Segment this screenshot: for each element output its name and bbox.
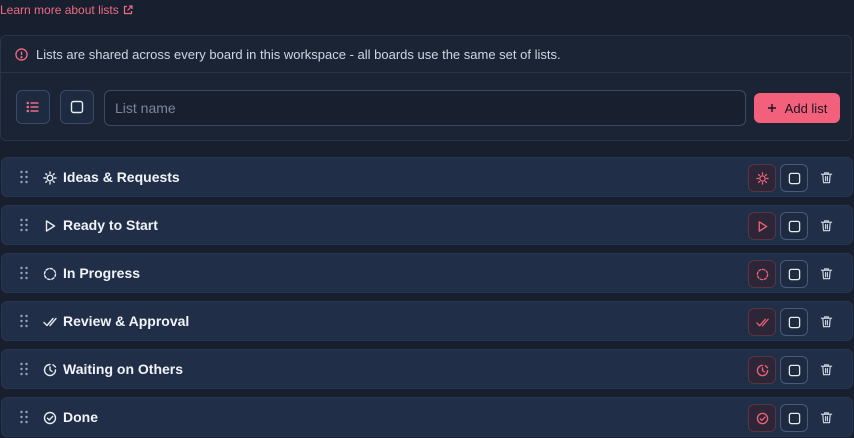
list-row: Waiting on Others <box>1 349 853 389</box>
done-toggle-button[interactable] <box>60 90 94 124</box>
icon-picker-button[interactable] <box>16 90 50 124</box>
lightbulb-icon <box>755 171 769 185</box>
notice-text: Lists are shared across every board in t… <box>36 46 561 62</box>
list-name: Review & Approval <box>63 313 190 329</box>
mark-done-checkbox[interactable] <box>780 356 808 384</box>
list-name: Ready to Start <box>63 217 158 233</box>
add-list-label: Add list <box>784 100 828 116</box>
square-icon <box>788 412 800 424</box>
change-icon-button[interactable] <box>748 356 776 384</box>
square-icon <box>788 220 800 232</box>
list-name-input[interactable] <box>104 90 746 126</box>
trash-icon[interactable] <box>820 411 833 424</box>
list-name: Done <box>63 409 98 425</box>
external-link-icon <box>123 5 133 15</box>
trash-icon[interactable] <box>820 363 833 376</box>
drag-handle-icon[interactable] <box>19 410 29 424</box>
square-icon <box>788 172 800 184</box>
mark-done-checkbox[interactable] <box>780 260 808 288</box>
change-icon-button[interactable] <box>748 164 776 192</box>
trash-icon[interactable] <box>820 315 833 328</box>
square-icon <box>788 316 800 328</box>
trash-icon[interactable] <box>820 267 833 280</box>
list-icon <box>26 101 39 113</box>
check-circle-icon <box>756 412 768 424</box>
square-icon <box>788 268 800 280</box>
square-icon <box>70 100 84 114</box>
list-name: Waiting on Others <box>63 361 184 377</box>
double-check-icon <box>43 317 57 327</box>
learn-more-link[interactable]: Learn more about lists <box>0 3 133 17</box>
square-icon <box>788 364 800 376</box>
list-row: In Progress <box>1 253 853 293</box>
play-icon <box>45 220 56 232</box>
list-name: In Progress <box>63 265 141 281</box>
list-row: Done <box>1 397 853 437</box>
change-icon-button[interactable] <box>748 308 776 336</box>
clock-icon <box>43 363 57 377</box>
clock-icon <box>756 364 768 376</box>
progress-circle-icon <box>756 268 768 280</box>
check-circle-icon <box>43 411 57 425</box>
mark-done-checkbox[interactable] <box>780 212 808 240</box>
change-icon-button[interactable] <box>748 260 776 288</box>
trash-icon[interactable] <box>820 219 833 232</box>
mark-done-checkbox[interactable] <box>780 164 808 192</box>
double-check-icon <box>755 318 769 326</box>
drag-handle-icon[interactable] <box>19 218 29 232</box>
mark-done-checkbox[interactable] <box>780 308 808 336</box>
progress-circle-icon <box>43 267 57 281</box>
change-icon-button[interactable] <box>748 404 776 432</box>
mark-done-checkbox[interactable] <box>780 404 808 432</box>
list-creator: Add list <box>0 73 852 141</box>
shared-lists-notice: Lists are shared across every board in t… <box>0 35 852 73</box>
trash-icon[interactable] <box>820 171 833 184</box>
list-name: Ideas & Requests <box>63 169 180 185</box>
lightbulb-icon <box>43 171 57 185</box>
learn-more-label: Learn more about lists <box>0 3 119 17</box>
list-row: Ideas & Requests <box>1 157 853 197</box>
plus-icon <box>767 104 776 112</box>
drag-handle-icon[interactable] <box>19 362 29 376</box>
drag-handle-icon[interactable] <box>19 266 29 280</box>
change-icon-button[interactable] <box>748 212 776 240</box>
list-row: Review & Approval <box>1 301 853 341</box>
info-icon <box>15 47 28 61</box>
add-list-button[interactable]: Add list <box>754 93 840 123</box>
drag-handle-icon[interactable] <box>19 170 29 184</box>
list-row: Ready to Start <box>1 205 853 245</box>
drag-handle-icon[interactable] <box>19 314 29 328</box>
play-icon <box>758 220 767 232</box>
